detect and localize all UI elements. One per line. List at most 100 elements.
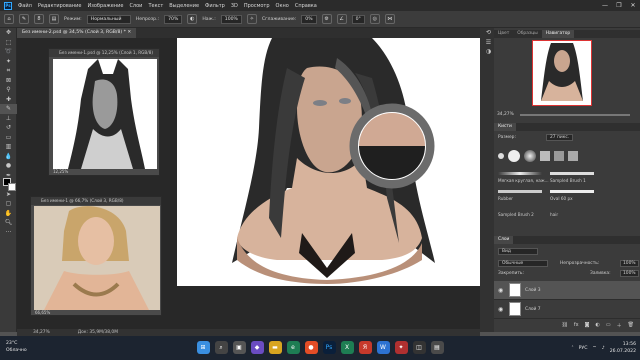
tray-chevron-icon[interactable]: ˄ xyxy=(571,346,573,351)
brush-tip-small[interactable] xyxy=(498,153,504,159)
background-color-swatch[interactable] xyxy=(8,183,16,191)
menu-file[interactable]: Файл xyxy=(18,3,32,9)
brush-tool-preset-icon[interactable]: ✎ xyxy=(19,14,29,24)
weather-widget[interactable]: 23°C Облачно xyxy=(6,340,27,354)
layer-blend-mode[interactable]: Обычные xyxy=(498,260,548,267)
visibility-eye-icon[interactable]: ◉ xyxy=(498,287,505,294)
language-indicator[interactable]: РУС xyxy=(579,346,588,351)
brush-settings-icon[interactable]: ▤ xyxy=(49,14,59,24)
start-icon[interactable]: ⊞ xyxy=(196,341,210,354)
flow-field[interactable]: 100% xyxy=(220,14,242,24)
tab-layers[interactable]: Слои xyxy=(494,236,514,244)
crop-tool-icon[interactable]: ⌗ xyxy=(0,66,17,76)
menu-image[interactable]: Изображение xyxy=(87,3,123,9)
frame-tool-icon[interactable]: ⊠ xyxy=(0,76,17,86)
fill-field[interactable]: 100% xyxy=(620,270,639,277)
tab-navigator[interactable]: Навигатор xyxy=(541,30,575,38)
adjustments-panel-icon[interactable]: ◑ xyxy=(480,47,497,57)
menu-window[interactable]: Окно xyxy=(276,3,289,9)
task-view-icon[interactable]: ▣ xyxy=(232,341,246,354)
symmetry-icon[interactable]: ⋈ xyxy=(384,14,395,24)
app-icon[interactable]: ✦ xyxy=(394,341,408,354)
menu-view[interactable]: Просмотр xyxy=(244,3,270,9)
brush-tip-soft[interactable] xyxy=(524,150,536,162)
volume-icon[interactable]: ♪ xyxy=(602,346,605,351)
more-tools-icon[interactable]: ··· xyxy=(0,228,17,238)
gradient-tool-icon[interactable]: ▥ xyxy=(0,142,17,152)
floating-document-1[interactable]: Без имени-1.psd @ 12,25% (Слой 1, RGB/8)… xyxy=(48,48,160,176)
pressure-opacity-icon[interactable]: ◐ xyxy=(187,14,198,24)
menu-filter[interactable]: Фильтр xyxy=(205,3,225,9)
layer-row[interactable]: ◉ Слой 3 xyxy=(494,281,640,300)
lasso-tool-icon[interactable]: ➰ xyxy=(0,47,17,57)
excel-icon[interactable]: X xyxy=(340,341,354,354)
layer-kind-filter[interactable]: Вид xyxy=(498,248,538,255)
adjustment-layer-icon[interactable]: ◐ xyxy=(596,322,600,330)
browser-icon[interactable]: ● xyxy=(304,341,318,354)
properties-panel-icon[interactable]: ☰ xyxy=(480,38,497,48)
floating-document-2[interactable]: Без имени-1 @ 66,7% (Слой 3, RGB/8) 66,6… xyxy=(30,196,162,316)
photoshop-taskbar-icon[interactable]: Ps xyxy=(322,341,336,354)
tab-brushes[interactable]: Кисти xyxy=(494,123,516,131)
menu-3d[interactable]: 3D xyxy=(231,3,238,9)
eraser-tool-icon[interactable]: ▭ xyxy=(0,133,17,143)
word-icon[interactable]: W xyxy=(376,341,390,354)
menu-edit[interactable]: Редактирование xyxy=(38,3,82,9)
navigator-zoom[interactable]: 34,27% xyxy=(497,112,514,117)
floating-document-1-title[interactable]: Без имени-1.psd @ 12,25% (Слой 1, RGB/8) xyxy=(49,49,159,57)
wifi-icon[interactable]: ⌔ xyxy=(592,345,596,351)
navigator-zoom-slider[interactable] xyxy=(520,114,630,116)
tab-swatches[interactable]: Образцы xyxy=(513,30,541,38)
app-icon[interactable]: ◫ xyxy=(412,341,426,354)
move-tool-icon[interactable]: ✥ xyxy=(0,28,17,38)
healing-brush-tool-icon[interactable]: ✚ xyxy=(0,95,17,105)
brush-tip-hair[interactable] xyxy=(568,151,578,161)
visibility-eye-icon[interactable]: ◉ xyxy=(498,306,505,313)
menu-type[interactable]: Текст xyxy=(148,3,163,9)
mode-select[interactable]: Нормальный xyxy=(86,14,131,24)
brush-preset-5[interactable]: hair xyxy=(550,212,558,217)
new-layer-icon[interactable]: ＋ xyxy=(617,322,622,330)
smoothing-settings-icon[interactable]: ⚙ xyxy=(321,14,332,24)
document-tab[interactable]: Без имени-2.psd @ 34,5% (Слой 3, RGB/8) … xyxy=(17,28,137,38)
layer-style-icon[interactable]: fx xyxy=(574,322,579,330)
home-icon[interactable]: ⌂ xyxy=(4,14,14,24)
quick-select-tool-icon[interactable]: ✦ xyxy=(0,57,17,67)
close-tab-icon[interactable]: ✕ xyxy=(127,30,131,35)
layer-name[interactable]: Слой 7 xyxy=(525,307,541,312)
close-button[interactable]: ✕ xyxy=(626,0,640,11)
brush-preset-3[interactable]: Oval 60 px xyxy=(550,196,573,201)
eyedropper-tool-icon[interactable]: ⚲ xyxy=(0,85,17,95)
opacity-field[interactable]: 70% xyxy=(164,14,183,24)
smoothing-field[interactable]: 0% xyxy=(301,14,317,24)
blur-tool-icon[interactable]: 💧 xyxy=(0,152,17,162)
brush-size-field[interactable]: 27 пикс. xyxy=(546,134,574,141)
chat-icon[interactable]: ◆ xyxy=(250,341,264,354)
clone-stamp-tool-icon[interactable]: ⊥ xyxy=(0,114,17,124)
layer-name[interactable]: Слой 3 xyxy=(525,288,541,293)
yandex-icon[interactable]: Я xyxy=(358,341,372,354)
brush-tip-medium[interactable] xyxy=(508,150,520,162)
minimize-button[interactable]: — xyxy=(598,0,612,11)
menu-help[interactable]: Справка xyxy=(295,3,317,9)
brush-tool-icon[interactable]: ✎ xyxy=(0,104,17,114)
color-swatches[interactable] xyxy=(3,178,17,192)
new-group-icon[interactable]: ▭ xyxy=(606,322,611,330)
edge-icon[interactable]: e xyxy=(286,341,300,354)
brush-preset-4[interactable]: Sampled Brush 2 xyxy=(498,212,534,217)
brush-tip-texture[interactable] xyxy=(554,151,564,161)
brush-preset-0[interactable]: Мягкая круглая, наж... xyxy=(498,178,549,183)
history-brush-tool-icon[interactable]: ↺ xyxy=(0,123,17,133)
clock[interactable]: 13:56 26.07.2022 xyxy=(610,341,636,355)
tab-color[interactable]: Цвет xyxy=(494,30,513,38)
delete-layer-icon[interactable]: 🗑︎ xyxy=(628,322,634,330)
link-layers-icon[interactable]: ⛓ xyxy=(562,322,568,330)
navigator-preview[interactable] xyxy=(532,40,592,106)
airbrush-icon[interactable]: ✧ xyxy=(246,14,257,24)
layer-opacity-field[interactable]: 100% xyxy=(620,260,639,267)
search-icon[interactable]: ⌕ xyxy=(214,341,228,354)
canvas-artwork[interactable] xyxy=(177,38,480,286)
dodge-tool-icon[interactable]: ● xyxy=(0,161,17,171)
pressure-size-icon[interactable]: ◎ xyxy=(369,14,380,24)
marquee-tool-icon[interactable]: ⬚ xyxy=(0,38,17,48)
